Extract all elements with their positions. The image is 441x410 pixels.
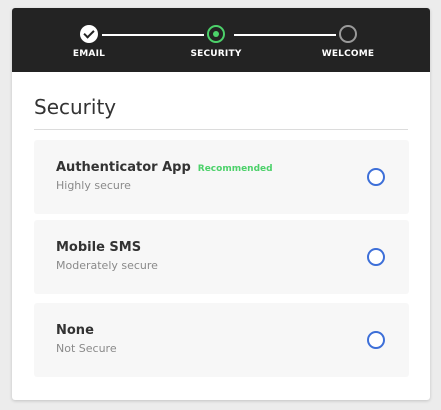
- step-email: EMAIL: [49, 24, 129, 68]
- step-security: SECURITY: [176, 24, 256, 68]
- recommended-badge: Recommended: [197, 164, 273, 174]
- option-title-row: Mobile SMS: [56, 240, 141, 255]
- step-label: EMAIL: [72, 49, 106, 59]
- option-none[interactable]: None Not Secure: [34, 303, 409, 377]
- check-icon: [80, 25, 98, 43]
- option-subtitle: Highly secure: [56, 179, 131, 192]
- option-title: None: [56, 323, 94, 338]
- signup-card: EMAIL SECURITY WELCOME Security Authenti…: [12, 8, 430, 400]
- step-welcome: WELCOME: [308, 24, 388, 68]
- step-label: WELCOME: [321, 49, 375, 59]
- option-title: Mobile SMS: [56, 240, 142, 255]
- option-authenticator-app[interactable]: Authenticator App Recommended Highly secu…: [34, 140, 409, 214]
- step-label: SECURITY: [190, 49, 242, 59]
- pending-step-icon: [339, 25, 357, 43]
- option-title-row: None: [56, 323, 94, 338]
- option-mobile-sms[interactable]: Mobile SMS Moderately secure: [34, 220, 409, 294]
- option-subtitle: Not Secure: [56, 342, 117, 355]
- option-title-row: Authenticator App Recommended: [56, 160, 273, 175]
- radio-button[interactable]: [367, 248, 385, 266]
- divider: [34, 129, 408, 130]
- radio-button[interactable]: [367, 168, 385, 186]
- page-title: Security: [34, 95, 117, 119]
- radio-button[interactable]: [367, 331, 385, 349]
- active-step-icon: [207, 25, 225, 43]
- progress-stepper: EMAIL SECURITY WELCOME: [12, 8, 430, 72]
- option-subtitle: Moderately secure: [56, 259, 158, 272]
- option-title: Authenticator App: [56, 160, 191, 175]
